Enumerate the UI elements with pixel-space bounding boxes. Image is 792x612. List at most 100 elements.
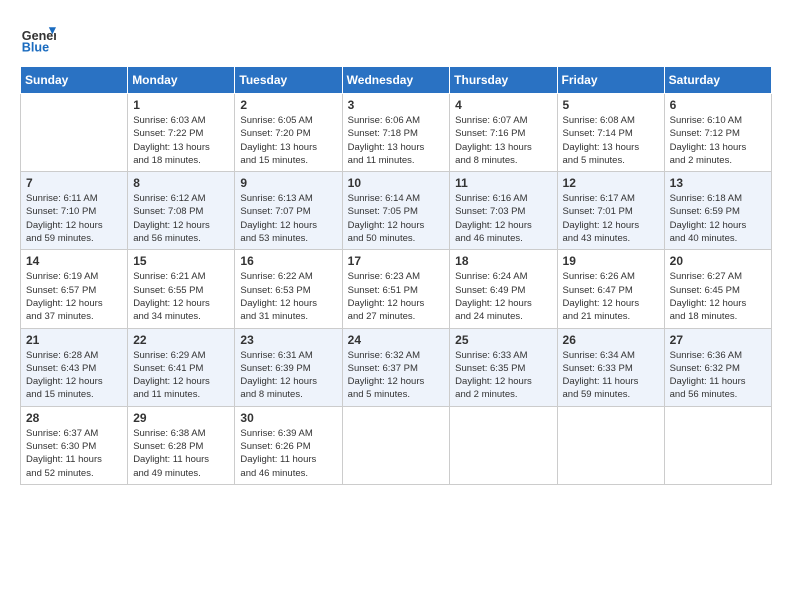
day-info: Sunrise: 6:03 AMSunset: 7:22 PMDaylight:… (133, 114, 229, 167)
calendar-cell: 20 Sunrise: 6:27 AMSunset: 6:45 PMDayligh… (664, 250, 771, 328)
calendar-cell: 27 Sunrise: 6:36 AMSunset: 6:32 PMDayligh… (664, 328, 771, 406)
calendar-cell: 4 Sunrise: 6:07 AMSunset: 7:16 PMDaylight… (450, 94, 557, 172)
calendar-cell: 25 Sunrise: 6:33 AMSunset: 6:35 PMDayligh… (450, 328, 557, 406)
weekday-header: Thursday (450, 67, 557, 94)
day-info: Sunrise: 6:14 AMSunset: 7:05 PMDaylight:… (348, 192, 445, 245)
calendar-cell: 6 Sunrise: 6:10 AMSunset: 7:12 PMDaylight… (664, 94, 771, 172)
calendar-week-row: 1 Sunrise: 6:03 AMSunset: 7:22 PMDaylight… (21, 94, 772, 172)
day-number: 29 (133, 411, 229, 425)
calendar-cell (342, 406, 450, 484)
calendar-cell: 2 Sunrise: 6:05 AMSunset: 7:20 PMDaylight… (235, 94, 342, 172)
day-number: 13 (670, 176, 766, 190)
day-number: 6 (670, 98, 766, 112)
weekday-header: Friday (557, 67, 664, 94)
day-info: Sunrise: 6:27 AMSunset: 6:45 PMDaylight:… (670, 270, 766, 323)
logo-icon: General Blue (20, 20, 56, 56)
calendar-cell (21, 94, 128, 172)
calendar-cell: 26 Sunrise: 6:34 AMSunset: 6:33 PMDayligh… (557, 328, 664, 406)
calendar-cell: 23Sunrise: 6:31 AMSunset: 6:39 PMDayligh… (235, 328, 342, 406)
calendar-week-row: 7 Sunrise: 6:11 AMSunset: 7:10 PMDaylight… (21, 172, 772, 250)
day-info: Sunrise: 6:10 AMSunset: 7:12 PMDaylight:… (670, 114, 766, 167)
day-number: 2 (240, 98, 336, 112)
day-number: 10 (348, 176, 445, 190)
calendar-cell: 3 Sunrise: 6:06 AMSunset: 7:18 PMDaylight… (342, 94, 450, 172)
day-info: Sunrise: 6:22 AMSunset: 6:53 PMDaylight:… (240, 270, 336, 323)
calendar-cell: 17 Sunrise: 6:23 AMSunset: 6:51 PMDayligh… (342, 250, 450, 328)
day-number: 12 (563, 176, 659, 190)
svg-text:Blue: Blue (22, 41, 49, 55)
day-info: Sunrise: 6:36 AMSunset: 6:32 PMDaylight:… (670, 349, 766, 402)
day-number: 7 (26, 176, 122, 190)
logo: General Blue (20, 20, 60, 56)
day-number: 16 (240, 254, 336, 268)
day-info: Sunrise: 6:29 AMSunset: 6:41 PMDaylight:… (133, 349, 229, 402)
day-number: 23 (240, 333, 336, 347)
day-info: Sunrise: 6:07 AMSunset: 7:16 PMDaylight:… (455, 114, 551, 167)
calendar-cell: 7 Sunrise: 6:11 AMSunset: 7:10 PMDaylight… (21, 172, 128, 250)
day-number: 21 (26, 333, 122, 347)
day-number: 22 (133, 333, 229, 347)
calendar-cell: 29Sunrise: 6:38 AMSunset: 6:28 PMDayligh… (128, 406, 235, 484)
day-number: 28 (26, 411, 122, 425)
calendar-table: SundayMondayTuesdayWednesdayThursdayFrid… (20, 66, 772, 485)
calendar-cell: 16 Sunrise: 6:22 AMSunset: 6:53 PMDayligh… (235, 250, 342, 328)
weekday-header: Wednesday (342, 67, 450, 94)
calendar-cell: 24Sunrise: 6:32 AMSunset: 6:37 PMDayligh… (342, 328, 450, 406)
day-number: 15 (133, 254, 229, 268)
weekday-header: Saturday (664, 67, 771, 94)
calendar-cell: 11Sunrise: 6:16 AMSunset: 7:03 PMDayligh… (450, 172, 557, 250)
day-number: 4 (455, 98, 551, 112)
calendar-cell: 14 Sunrise: 6:19 AMSunset: 6:57 PMDayligh… (21, 250, 128, 328)
page-header: General Blue (20, 20, 772, 56)
calendar-cell: 15Sunrise: 6:21 AMSunset: 6:55 PMDayligh… (128, 250, 235, 328)
day-number: 19 (563, 254, 659, 268)
day-info: Sunrise: 6:24 AMSunset: 6:49 PMDaylight:… (455, 270, 551, 323)
calendar-cell: 5 Sunrise: 6:08 AMSunset: 7:14 PMDaylight… (557, 94, 664, 172)
day-info: Sunrise: 6:18 AMSunset: 6:59 PMDaylight:… (670, 192, 766, 245)
day-info: Sunrise: 6:28 AMSunset: 6:43 PMDaylight:… (26, 349, 122, 402)
calendar-cell: 8 Sunrise: 6:12 AMSunset: 7:08 PMDaylight… (128, 172, 235, 250)
day-info: Sunrise: 6:37 AMSunset: 6:30 PMDaylight:… (26, 427, 122, 480)
weekday-header: Monday (128, 67, 235, 94)
day-number: 18 (455, 254, 551, 268)
calendar-cell: 1 Sunrise: 6:03 AMSunset: 7:22 PMDaylight… (128, 94, 235, 172)
day-number: 5 (563, 98, 659, 112)
day-number: 8 (133, 176, 229, 190)
day-number: 9 (240, 176, 336, 190)
day-number: 27 (670, 333, 766, 347)
day-number: 14 (26, 254, 122, 268)
calendar-cell (450, 406, 557, 484)
calendar-cell: 12 Sunrise: 6:17 AMSunset: 7:01 PMDayligh… (557, 172, 664, 250)
day-info: Sunrise: 6:39 AMSunset: 6:26 PMDaylight:… (240, 427, 336, 480)
day-number: 11 (455, 176, 551, 190)
calendar-cell: 10 Sunrise: 6:14 AMSunset: 7:05 PMDayligh… (342, 172, 450, 250)
calendar-header-row: SundayMondayTuesdayWednesdayThursdayFrid… (21, 67, 772, 94)
calendar-cell: 30 Sunrise: 6:39 AMSunset: 6:26 PMDayligh… (235, 406, 342, 484)
calendar-cell (664, 406, 771, 484)
calendar-week-row: 21 Sunrise: 6:28 AMSunset: 6:43 PMDayligh… (21, 328, 772, 406)
day-number: 30 (240, 411, 336, 425)
calendar-cell (557, 406, 664, 484)
day-info: Sunrise: 6:08 AMSunset: 7:14 PMDaylight:… (563, 114, 659, 167)
day-info: Sunrise: 6:33 AMSunset: 6:35 PMDaylight:… (455, 349, 551, 402)
calendar-cell: 19Sunrise: 6:26 AMSunset: 6:47 PMDayligh… (557, 250, 664, 328)
day-number: 25 (455, 333, 551, 347)
day-info: Sunrise: 6:13 AMSunset: 7:07 PMDaylight:… (240, 192, 336, 245)
calendar-cell: 22 Sunrise: 6:29 AMSunset: 6:41 PMDayligh… (128, 328, 235, 406)
day-number: 3 (348, 98, 445, 112)
day-info: Sunrise: 6:12 AMSunset: 7:08 PMDaylight:… (133, 192, 229, 245)
day-info: Sunrise: 6:06 AMSunset: 7:18 PMDaylight:… (348, 114, 445, 167)
calendar-cell: 21 Sunrise: 6:28 AMSunset: 6:43 PMDayligh… (21, 328, 128, 406)
day-info: Sunrise: 6:11 AMSunset: 7:10 PMDaylight:… (26, 192, 122, 245)
day-info: Sunrise: 6:05 AMSunset: 7:20 PMDaylight:… (240, 114, 336, 167)
day-number: 26 (563, 333, 659, 347)
calendar-cell: 9 Sunrise: 6:13 AMSunset: 7:07 PMDaylight… (235, 172, 342, 250)
day-info: Sunrise: 6:19 AMSunset: 6:57 PMDaylight:… (26, 270, 122, 323)
day-info: Sunrise: 6:17 AMSunset: 7:01 PMDaylight:… (563, 192, 659, 245)
day-info: Sunrise: 6:23 AMSunset: 6:51 PMDaylight:… (348, 270, 445, 323)
calendar-cell: 18 Sunrise: 6:24 AMSunset: 6:49 PMDayligh… (450, 250, 557, 328)
day-number: 17 (348, 254, 445, 268)
day-number: 20 (670, 254, 766, 268)
day-info: Sunrise: 6:34 AMSunset: 6:33 PMDaylight:… (563, 349, 659, 402)
day-number: 1 (133, 98, 229, 112)
